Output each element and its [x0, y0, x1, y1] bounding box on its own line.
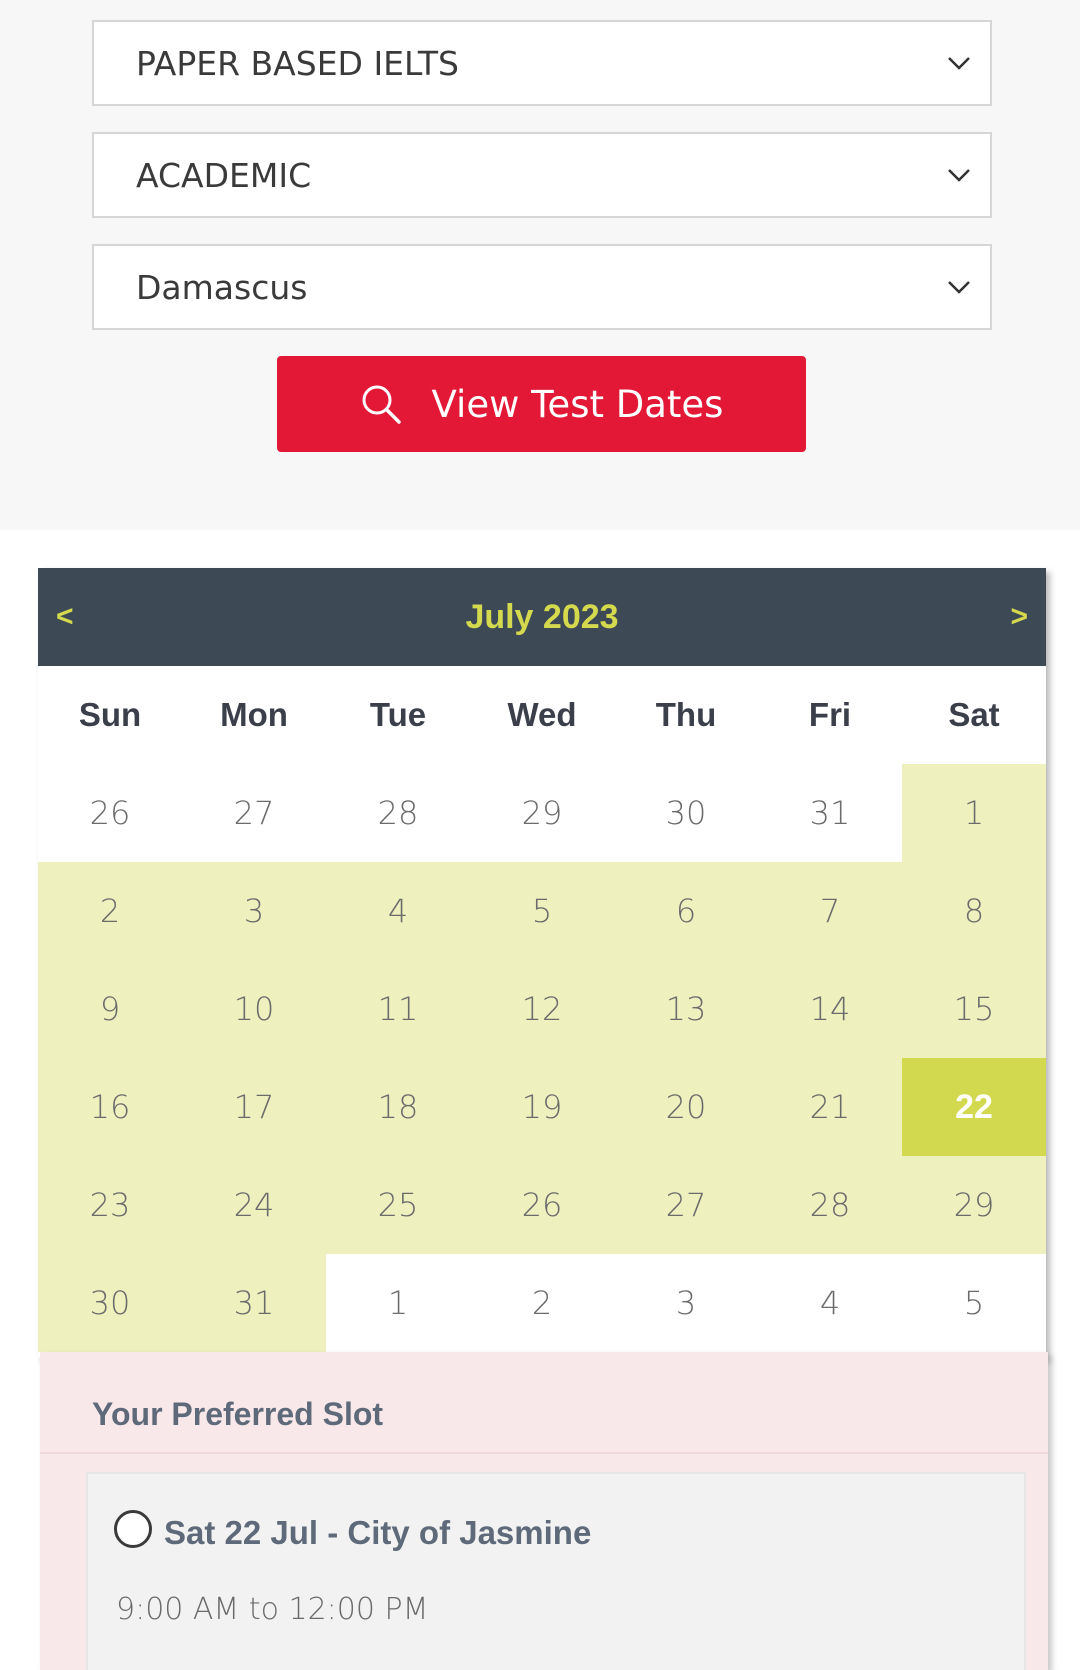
view-test-dates-label: View Test Dates [431, 382, 724, 426]
calendar-day[interactable]: 21 [758, 1058, 902, 1156]
calendar-week-row: 16 17 18 19 20 21 22 [38, 1058, 1046, 1156]
calendar-week-row: 23 24 25 26 27 28 29 [38, 1156, 1046, 1254]
calendar-day[interactable]: 15 [902, 960, 1046, 1058]
calendar-day[interactable]: 19 [470, 1058, 614, 1156]
weekday-label: Sun [78, 696, 142, 733]
slot-option[interactable]: Sat 22 Jul - City of Jasmine 9:00 AM to … [86, 1472, 1026, 1670]
calendar-day[interactable]: 4 [326, 862, 470, 960]
slot-time: 9:00 AM to 12:00 PM [116, 1592, 429, 1627]
weekday-label: Fri [808, 696, 852, 733]
weekday-label: Sat [948, 696, 1000, 733]
chevron-down-icon [948, 169, 970, 182]
preferred-slot-title: Your Preferred Slot [92, 1396, 384, 1432]
calendar-day[interactable]: 7 [758, 862, 902, 960]
calendar-day[interactable]: 31 [182, 1254, 326, 1352]
calendar-day-other-month: 5 [902, 1254, 1046, 1352]
calendar-day[interactable]: 13 [614, 960, 758, 1058]
calendar-day-other-month: 27 [182, 764, 326, 862]
calendar-day-other-month: 29 [470, 764, 614, 862]
calendar-grid: 26 27 28 29 30 31 1 2 3 4 5 6 7 8 9 10 11 12 13 14 15 16 17 18 1… [38, 764, 1046, 1352]
calendar-day[interactable]: 3 [182, 862, 326, 960]
preferred-slot-panel: Your Preferred Slot Sat 22 Jul - City of… [40, 1352, 1048, 1670]
city-select[interactable]: Damascus [92, 244, 992, 330]
calendar-day[interactable]: 30 [38, 1254, 182, 1352]
slot-radio-button[interactable] [114, 1510, 152, 1548]
search-panel: PAPER BASED IELTS ACADEMIC Damascus View… [0, 0, 1080, 530]
search-icon [362, 385, 401, 424]
weekday-label: Thu [655, 696, 717, 733]
calendar-day[interactable]: 6 [614, 862, 758, 960]
calendar-week-row: 9 10 11 12 13 14 15 [38, 960, 1046, 1058]
module-select[interactable]: ACADEMIC [92, 132, 992, 218]
test-type-value: PAPER BASED IELTS [136, 43, 459, 83]
calendar-month-title: July 2023 [465, 597, 619, 636]
calendar-day[interactable]: 1 [902, 764, 1046, 862]
next-month-button[interactable]: > [1010, 600, 1028, 634]
test-type-select[interactable]: PAPER BASED IELTS [92, 20, 992, 106]
calendar-day[interactable]: 10 [182, 960, 326, 1058]
calendar-day[interactable]: 14 [758, 960, 902, 1058]
calendar-day-other-month: 3 [614, 1254, 758, 1352]
calendar-day[interactable]: 28 [758, 1156, 902, 1254]
calendar-day[interactable]: 18 [326, 1058, 470, 1156]
calendar-day-other-month: 31 [758, 764, 902, 862]
chevron-down-icon [948, 281, 970, 294]
calendar-day[interactable]: 17 [182, 1058, 326, 1156]
calendar-day-other-month: 4 [758, 1254, 902, 1352]
calendar-week-row: 30 31 1 2 3 4 5 [38, 1254, 1046, 1352]
calendar-day[interactable]: 20 [614, 1058, 758, 1156]
weekday-label: Mon [220, 696, 288, 733]
calendar-header: < July 2023 > [38, 568, 1046, 666]
prev-month-button[interactable]: < [56, 600, 74, 634]
calendar-day[interactable]: 27 [614, 1156, 758, 1254]
calendar-day-other-month: 26 [38, 764, 182, 862]
city-value: Damascus [136, 267, 308, 307]
calendar-week-row: 2345678 [38, 862, 1046, 960]
calendar-day[interactable]: 2 [38, 862, 182, 960]
module-value: ACADEMIC [136, 155, 312, 195]
view-test-dates-button[interactable]: View Test Dates [277, 356, 806, 452]
calendar-day[interactable]: 11 [326, 960, 470, 1058]
calendar-day[interactable]: 22 [902, 1058, 1046, 1156]
calendar-day[interactable]: 12 [470, 960, 614, 1058]
calendar-day-other-month: 28 [326, 764, 470, 862]
slot-label: Sat 22 Jul - City of Jasmine [164, 1514, 592, 1551]
chevron-down-icon [948, 57, 970, 70]
calendar-day[interactable]: 8 [902, 862, 1046, 960]
calendar-day[interactable]: 5 [470, 862, 614, 960]
calendar-week-row: 26 27 28 29 30 31 1 [38, 764, 1046, 862]
calendar-day[interactable]: 29 [902, 1156, 1046, 1254]
calendar-day-other-month: 1 [326, 1254, 470, 1352]
weekday-label: Tue [369, 696, 427, 733]
calendar-day[interactable]: 16 [38, 1058, 182, 1156]
weekday-label: Wed [507, 696, 577, 733]
weekday-header-row: Sun Mon Tue Wed Thu Fri Sat [38, 666, 1046, 764]
divider [40, 1452, 1048, 1454]
calendar-day[interactable]: 9 [38, 960, 182, 1058]
calendar-day[interactable]: 25 [326, 1156, 470, 1254]
calendar-day[interactable]: 26 [470, 1156, 614, 1254]
calendar-day-other-month: 2 [470, 1254, 614, 1352]
calendar: < July 2023 > Sun Mon Tue Wed Thu Fri Sat 26 27… [38, 568, 1046, 1358]
calendar-day[interactable]: 24 [182, 1156, 326, 1254]
calendar-day-other-month: 30 [614, 764, 758, 862]
calendar-day[interactable]: 23 [38, 1156, 182, 1254]
